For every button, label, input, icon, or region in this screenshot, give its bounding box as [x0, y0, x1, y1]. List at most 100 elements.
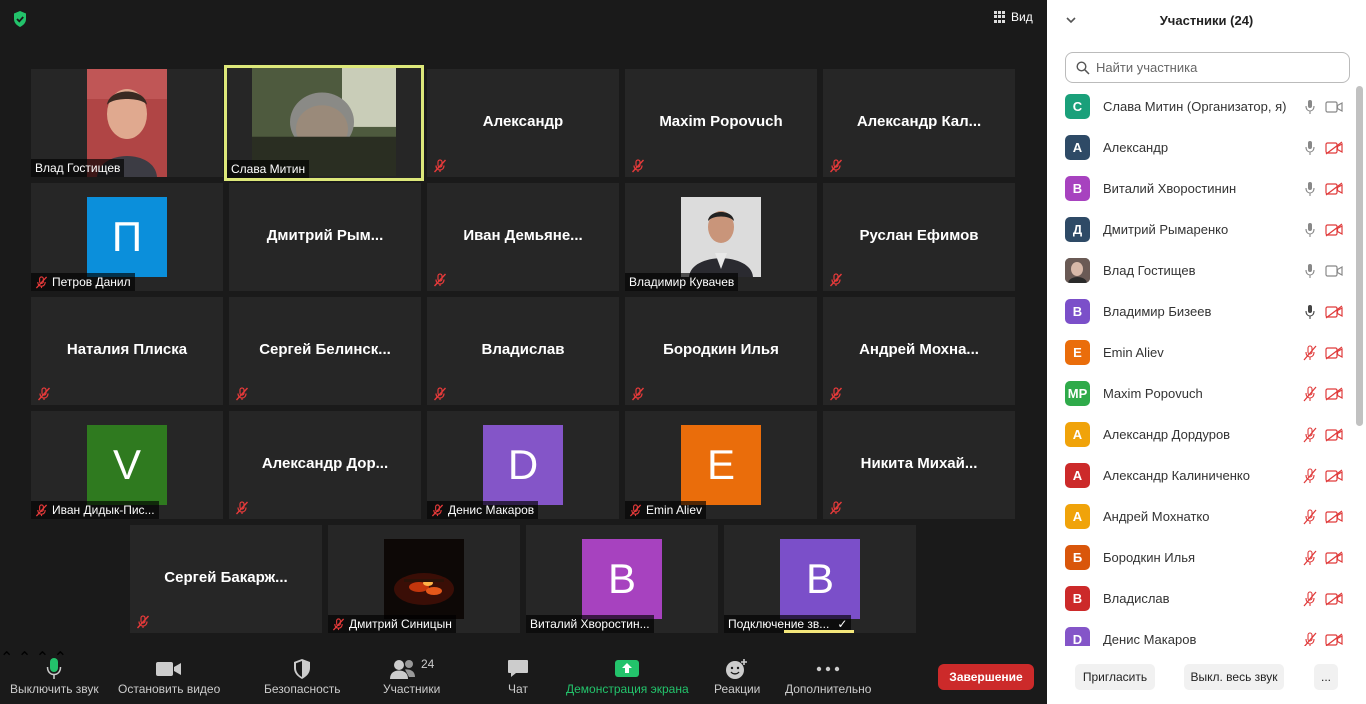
participants-button[interactable]: 24 Участники	[383, 656, 440, 696]
mute-button[interactable]: Выключить звук	[10, 656, 99, 696]
video-camera-off-icon[interactable]	[1325, 181, 1343, 196]
video-camera-off-icon[interactable]	[1325, 304, 1343, 319]
video-tile[interactable]: Руслан Ефимов	[823, 183, 1015, 291]
microphone-icon[interactable]	[1303, 99, 1317, 115]
video-tile[interactable]: П Петров Данил	[31, 183, 223, 291]
video-tile[interactable]: Александр	[427, 69, 619, 177]
video-tile[interactable]: Дмитрий Рым...	[229, 183, 421, 291]
video-camera-icon[interactable]	[1325, 100, 1343, 114]
video-camera-off-icon[interactable]	[1325, 632, 1343, 647]
video-tile[interactable]: Maxim Popovuch	[625, 69, 817, 177]
microphone-muted-icon[interactable]	[1303, 631, 1317, 647]
participant-row[interactable]: А Александр Дордуров	[1047, 414, 1357, 455]
panel-more-button[interactable]: ...	[1314, 664, 1338, 690]
video-tile[interactable]: E Emin Aliev	[625, 411, 817, 519]
view-button[interactable]: Вид	[994, 10, 1033, 24]
participant-row[interactable]: В Виталий Хворостинин	[1047, 168, 1357, 209]
microphone-muted-icon[interactable]	[1303, 344, 1317, 361]
connecting-audio-underline	[784, 630, 854, 633]
microphone-muted-icon[interactable]	[1303, 426, 1317, 443]
video-tile[interactable]: Андрей Мохна...	[823, 297, 1015, 405]
stop-video-button[interactable]: Остановить видео	[118, 656, 220, 696]
video-tile[interactable]: Сергей Белинск...	[229, 297, 421, 405]
participant-name: Дмитрий Синицын	[349, 617, 452, 631]
participant-row[interactable]: А Андрей Мохнатко	[1047, 496, 1357, 537]
video-tile[interactable]: Александр Дор...	[229, 411, 421, 519]
video-camera-off-icon[interactable]	[1325, 140, 1343, 155]
search-input[interactable]	[1096, 60, 1336, 75]
video-tile[interactable]: Наталия Плиска	[31, 297, 223, 405]
participant-avatar: E	[1065, 340, 1090, 365]
video-tile[interactable]: Дмитрий Синицын	[328, 525, 520, 633]
participant-search-box[interactable]	[1065, 52, 1350, 83]
microphone-muted-icon[interactable]	[1303, 549, 1317, 566]
reactions-button[interactable]: Реакции	[714, 656, 760, 696]
video-tile[interactable]: Владислав	[427, 297, 619, 405]
video-camera-off-icon[interactable]	[1325, 468, 1343, 483]
participant-name-label: Петров Данил	[31, 273, 135, 291]
video-tile[interactable]: Бородкин Илья	[625, 297, 817, 405]
video-camera-icon[interactable]	[1325, 264, 1343, 278]
video-camera-off-icon[interactable]	[1325, 509, 1343, 524]
participant-avatar: D	[1065, 627, 1090, 646]
participant-row[interactable]: С Слава Митин (Организатор, я)	[1047, 86, 1357, 127]
panel-footer: Пригласить Выкл. весь звук ...	[1047, 664, 1366, 692]
participants-panel: Участники (24) С Слава Митин (Организатор…	[1047, 0, 1366, 704]
security-shield-icon	[292, 656, 312, 682]
video-camera-off-icon[interactable]	[1325, 550, 1343, 565]
encryption-shield-icon[interactable]	[12, 10, 28, 28]
chat-button[interactable]: Чат	[507, 656, 529, 696]
participant-row[interactable]: E Emin Aliev	[1047, 332, 1357, 373]
panel-title: Участники (24)	[1159, 13, 1254, 28]
microphone-muted-icon[interactable]	[1303, 467, 1317, 484]
share-screen-button[interactable]: Демонстрация экрана	[566, 656, 689, 696]
microphone-muted-icon[interactable]	[1303, 385, 1317, 402]
video-tile[interactable]: Владимир Кувачев	[625, 183, 817, 291]
participant-name: Александр Калиниченко	[1103, 468, 1250, 483]
video-tile[interactable]: Сергей Бакарж...	[130, 525, 322, 633]
microphone-icon[interactable]	[1303, 304, 1317, 320]
video-camera-off-icon[interactable]	[1325, 345, 1343, 360]
invite-button[interactable]: Пригласить	[1075, 664, 1155, 690]
participant-row[interactable]: Б Бородкин Илья	[1047, 537, 1357, 578]
participant-avatar: А	[1065, 135, 1090, 160]
participant-row[interactable]: А Александр Калиниченко	[1047, 455, 1357, 496]
microphone-muted-icon[interactable]	[1303, 590, 1317, 607]
video-tile[interactable]: Влад Гостищев	[31, 69, 223, 177]
microphone-icon[interactable]	[1303, 181, 1317, 197]
microphone-muted-icon[interactable]	[1303, 508, 1317, 525]
participant-row[interactable]: Влад Гостищев	[1047, 250, 1357, 291]
video-camera-off-icon[interactable]	[1325, 222, 1343, 237]
video-tile[interactable]: Александр Кал...	[823, 69, 1015, 177]
participant-row[interactable]: В Владимир Бизеев	[1047, 291, 1357, 332]
participant-display-name: Дмитрий Рым...	[266, 227, 384, 244]
mute-all-button[interactable]: Выкл. весь звук	[1184, 664, 1284, 690]
video-tile[interactable]: Иван Демьяне...	[427, 183, 619, 291]
participant-display-name: Руслан Ефимов	[859, 227, 979, 244]
video-tile[interactable]: V Иван Дидык-Пис...	[31, 411, 223, 519]
participant-video-feed	[384, 539, 464, 619]
video-tile[interactable]: D Денис Макаров	[427, 411, 619, 519]
video-camera-off-icon[interactable]	[1325, 427, 1343, 442]
microphone-icon[interactable]	[1303, 263, 1317, 279]
video-tile[interactable]: Никита Михай...	[823, 411, 1015, 519]
participant-row[interactable]: D Денис Макаров	[1047, 619, 1357, 646]
participant-list-scrollbar[interactable]	[1356, 86, 1363, 426]
end-meeting-button[interactable]: Завершение	[938, 664, 1034, 690]
video-tile[interactable]: Слава Митин	[224, 65, 424, 181]
participant-avatar: В	[582, 539, 662, 619]
checkmark-icon: ✓	[837, 617, 848, 631]
participant-avatar: В	[780, 539, 860, 619]
participant-row[interactable]: Д Дмитрий Рымаренко	[1047, 209, 1357, 250]
microphone-icon[interactable]	[1303, 140, 1317, 156]
video-tile[interactable]: В Подключение зв... ✓	[724, 525, 916, 633]
participant-row[interactable]: MP Maxim Popovuch	[1047, 373, 1357, 414]
video-camera-off-icon[interactable]	[1325, 591, 1343, 606]
security-button[interactable]: Безопасность	[264, 656, 341, 696]
participant-row[interactable]: А Александр	[1047, 127, 1357, 168]
more-button[interactable]: Дополнительно	[785, 656, 871, 696]
video-camera-off-icon[interactable]	[1325, 386, 1343, 401]
participant-row[interactable]: В Владислав	[1047, 578, 1357, 619]
microphone-icon[interactable]	[1303, 222, 1317, 238]
video-tile[interactable]: В Виталий Хворостин...	[526, 525, 718, 633]
